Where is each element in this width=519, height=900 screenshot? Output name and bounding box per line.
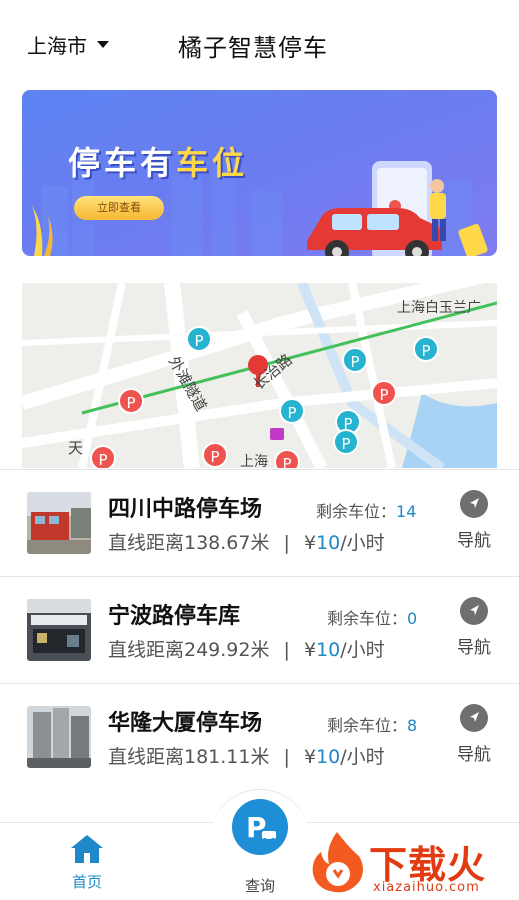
parking-pin-teal[interactable]: P [333,429,359,455]
parking-pin-teal[interactable]: P [279,398,305,424]
tab-home-label: 首页 [71,873,102,891]
banner-title: 停车有车位 [68,144,249,182]
parking-thumbnail [27,706,91,768]
parking-thumbnail [27,492,91,554]
page-title: 橘子智慧停车 [178,34,328,62]
parking-meta: 直线距离138.67米 | ¥10/小时 [108,528,385,555]
parking-search-icon[interactable]: P [232,799,288,855]
navigation-arrow-icon [460,490,488,518]
distance-text: 直线距离249.92米 [108,639,270,661]
distance-text: 直线距离138.67米 [108,532,270,554]
price-value: 10 [316,639,341,661]
header: 上海市 橘子智慧停车 [0,0,519,88]
parking-meta: 直线距离181.11米 | ¥10/小时 [108,742,385,769]
navigate-button[interactable]: 导航 [450,490,498,551]
map-label: 上海白玉兰广 [397,300,481,316]
available-spaces: 剩余车位：0 [327,609,418,628]
list-item[interactable]: 华隆大厦停车场 剩余车位：8 直线距离181.11米 | ¥10/小时 导航 [0,683,519,790]
parking-list: 四川中路停车场 剩余车位：14 直线距离138.67米 | ¥10/小时 导航 [0,469,519,790]
list-item[interactable]: 四川中路停车场 剩余车位：14 直线距离138.67米 | ¥10/小时 导航 [0,469,519,576]
navigate-label: 导航 [457,745,491,765]
watermark-url: xiazaihuo.com [373,880,480,895]
parking-pin-red[interactable]: P [202,442,228,468]
tab-home[interactable]: 首页 [62,833,112,892]
navigation-arrow-icon [460,704,488,732]
flame-icon [312,832,363,893]
chevron-down-icon [97,41,109,48]
parking-pin-red[interactable]: P [90,445,116,468]
separator: | [283,639,290,661]
map-label: 上海 [240,454,268,468]
parking-pin-teal[interactable]: P [186,326,212,352]
price-prefix: ¥ [303,746,317,768]
navigation-arrow-icon [460,597,488,625]
available-spaces: 剩余车位：14 [316,502,417,521]
parking-name: 宁波路停车库 [108,604,241,629]
promo-banner[interactable]: 停车有车位 立即查看 [22,90,497,256]
price-unit: /小时 [340,639,385,661]
separator: | [283,532,290,554]
price-prefix: ¥ [303,532,317,554]
parking-pin-red[interactable]: P [371,380,397,406]
navigate-label: 导航 [457,531,491,551]
price-value: 10 [316,532,341,554]
home-icon [71,835,103,863]
parking-pin-teal[interactable]: P [342,347,368,373]
navigate-button[interactable]: 导航 [450,704,498,765]
price-value: 10 [316,746,341,768]
tab-query[interactable]: P 查询 [210,789,310,900]
parking-meta: 直线距离249.92米 | ¥10/小时 [108,635,385,662]
parking-pin-red[interactable]: P [118,388,144,414]
parking-map[interactable]: P P P P P P P P P P P 上海白玉兰广 长治路 外滩隧道 天 … [22,283,497,468]
price-unit: /小时 [340,746,385,768]
parking-thumbnail [27,599,91,661]
watermark-logo: 下载火 xiazaihuo.com [305,830,519,900]
parking-name: 四川中路停车场 [108,497,263,522]
parking-pin-teal[interactable]: P [413,336,439,362]
price-prefix: ¥ [303,639,317,661]
distance-text: 直线距离181.11米 [108,746,270,768]
banner-view-button[interactable]: 立即查看 [74,196,164,220]
navigate-label: 导航 [457,638,491,658]
map-label: 天 [68,439,84,457]
price-unit: /小时 [340,532,385,554]
available-spaces: 剩余车位：8 [327,716,418,735]
list-item[interactable]: 宁波路停车库 剩余车位：0 直线距离249.92米 | ¥10/小时 导航 [0,576,519,683]
tab-query-label: 查询 [244,877,275,895]
city-label: 上海市 [27,34,87,58]
separator: | [283,746,290,768]
navigate-button[interactable]: 导航 [450,597,498,658]
city-selector[interactable]: 上海市 [27,30,109,59]
parking-name: 华隆大厦停车场 [108,711,263,736]
parking-pin-red[interactable]: P [274,449,300,468]
